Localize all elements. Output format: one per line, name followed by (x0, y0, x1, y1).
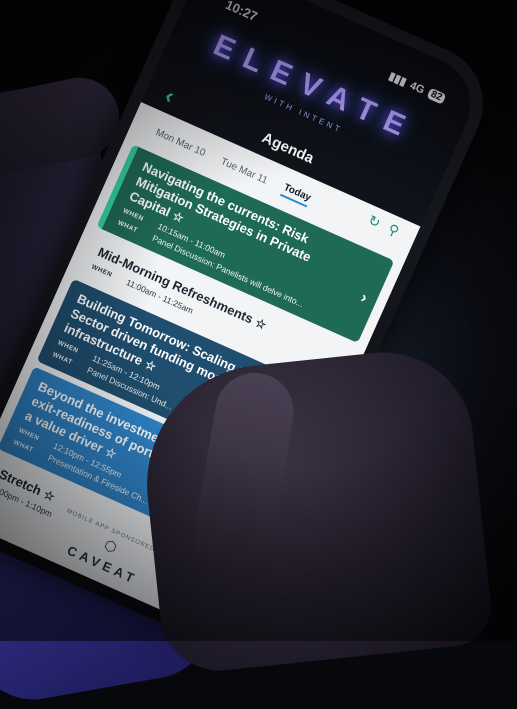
status-time: 10:27 (223, 0, 260, 25)
tab-tue[interactable]: Tue Mar 11 (219, 156, 269, 186)
signal-icon: ▮▮▮ (386, 70, 409, 89)
tab-today[interactable]: Today (280, 181, 313, 207)
battery-icon: 82 (426, 87, 447, 105)
status-indicators: ▮▮▮ 4G 82 (387, 69, 447, 105)
favorite-star-icon[interactable]: ☆ (170, 208, 186, 225)
network-type: 4G (408, 79, 427, 97)
favorite-star-icon[interactable]: ☆ (253, 315, 269, 332)
favorite-star-icon[interactable]: ☆ (143, 357, 159, 374)
favorite-star-icon[interactable]: ☆ (103, 444, 119, 461)
right-hand (135, 343, 495, 677)
chevron-right-icon[interactable]: › (358, 289, 370, 308)
tab-mon[interactable]: Mon Mar 10 (154, 127, 207, 159)
